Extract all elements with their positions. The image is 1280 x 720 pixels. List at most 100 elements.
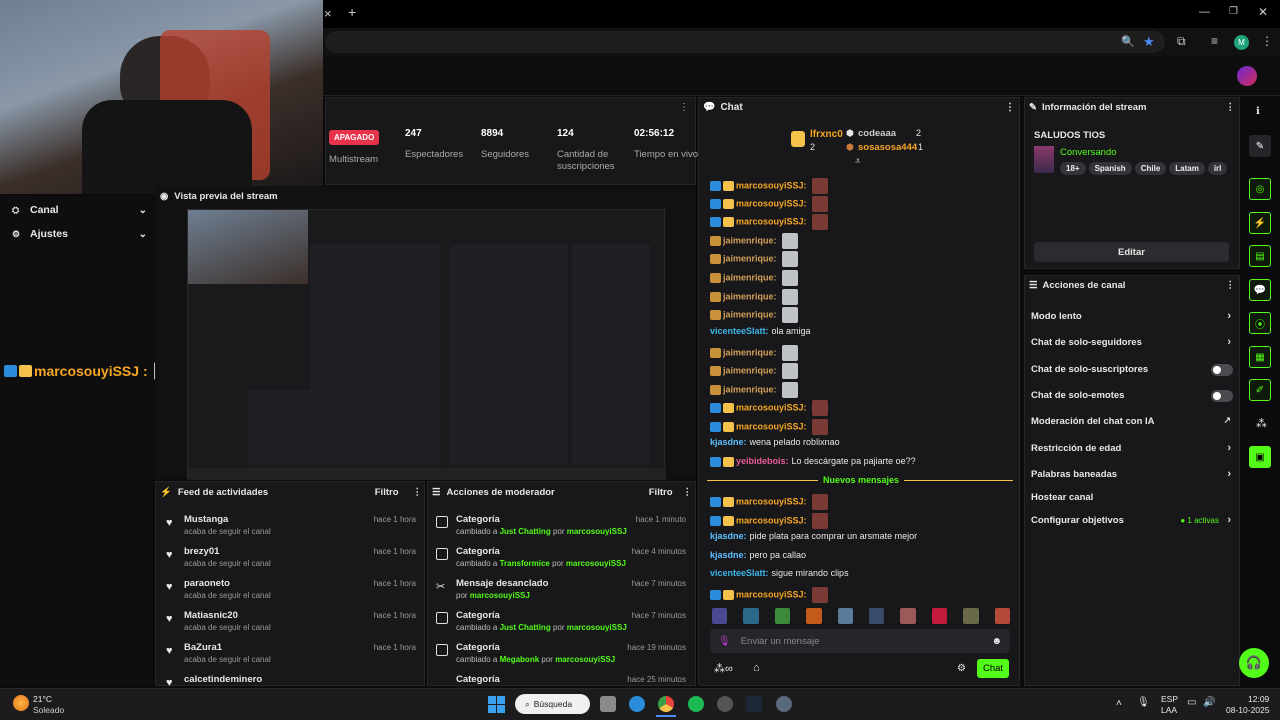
edit-button[interactable]: Editar — [1034, 242, 1229, 262]
chat-username[interactable]: marcosouyiSSJ: — [736, 496, 807, 506]
chat-username[interactable]: marcosouyiSSJ: — [736, 421, 807, 431]
menu-dots-icon[interactable]: ⋮ — [1226, 280, 1236, 291]
mic-icon[interactable]: 🎙 — [718, 636, 731, 647]
chat-username[interactable]: marcosouyiSSJ: — [736, 198, 807, 208]
network-icon[interactable]: ▭ — [1187, 697, 1196, 708]
chat-bubble-icon[interactable]: 💬 — [1249, 279, 1271, 301]
chat-settings-icon[interactable]: ⚙ — [957, 663, 966, 674]
chat-username[interactable]: jaimenrique: — [723, 235, 777, 245]
kick-points-icon[interactable]: ⁂∞ — [714, 662, 733, 675]
obs-icon[interactable] — [717, 696, 733, 712]
banned-words-row[interactable]: Palabras baneadas › — [1031, 468, 1235, 483]
windows-start-icon[interactable] — [488, 696, 505, 713]
bolt-icon[interactable]: ⚡ — [1249, 212, 1271, 234]
camera-icon[interactable]: ◎ — [1249, 178, 1271, 200]
language-indicator[interactable]: ESP — [1161, 694, 1178, 704]
profile-avatar[interactable]: M — [1234, 35, 1249, 50]
chat-username[interactable]: jaimenrique: — [723, 253, 777, 263]
chat-username[interactable]: marcosouyiSSJ: — [736, 589, 807, 599]
chat-username[interactable]: vicenteeSlatt: — [710, 568, 769, 578]
maximize-icon[interactable]: ❐ — [1229, 6, 1238, 17]
chat-username[interactable]: marcosouyiSSJ: — [736, 216, 807, 226]
chat-username[interactable]: kjasdne: — [710, 550, 747, 560]
emote[interactable] — [712, 608, 728, 624]
subs-only-toggle[interactable] — [1211, 364, 1233, 376]
emote[interactable] — [837, 608, 854, 624]
task-view-icon[interactable] — [600, 696, 616, 712]
filter-button[interactable]: Filtro — [649, 487, 673, 498]
volume-icon[interactable]: 🔊 — [1203, 697, 1215, 708]
user-avatar[interactable] — [1237, 66, 1257, 86]
layout-icon[interactable]: ▦ — [1249, 346, 1271, 368]
emote[interactable] — [869, 608, 885, 624]
emote[interactable] — [774, 608, 791, 624]
bookmark-star-icon[interactable]: ★ — [1143, 34, 1155, 50]
chat-username[interactable]: vicenteeSlatt: — [710, 326, 769, 336]
chat-username[interactable]: jaimenrique: — [723, 272, 777, 282]
menu-dots-icon[interactable]: ⋮ — [413, 487, 423, 498]
language-layout[interactable]: LAA — [1161, 705, 1177, 715]
clock-time[interactable]: 12:09 — [1248, 694, 1269, 704]
taskbar-search[interactable]: ⌕ Búsqueda — [515, 694, 590, 714]
settings-app-icon[interactable] — [776, 696, 792, 712]
emotes-only-row[interactable]: Chat de solo-emotes — [1031, 390, 1235, 404]
chat-send-button[interactable]: Chat — [977, 659, 1009, 678]
tray-chevron-icon[interactable]: ˄ — [1116, 698, 1122, 709]
document-icon[interactable]: ▤ — [1249, 245, 1271, 267]
media-icon[interactable]: ≡ — [1211, 34, 1218, 48]
chat-username[interactable]: jaimenrique: — [723, 384, 777, 394]
chat-username[interactable]: marcosouyiSSJ: — [736, 515, 807, 525]
address-bar[interactable] — [325, 31, 1165, 53]
stream-category[interactable]: Conversando — [1060, 147, 1117, 158]
chat-username[interactable]: jaimenrique: — [723, 347, 777, 357]
followers-only-row[interactable]: Chat de solo-seguidores › — [1031, 336, 1235, 351]
browser-menu-icon[interactable]: ⋮ — [1261, 34, 1273, 48]
chrome-icon[interactable] — [658, 696, 674, 712]
emotes-only-toggle[interactable] — [1211, 390, 1233, 402]
host-channel-row[interactable]: Hostear canal — [1031, 492, 1235, 506]
chat-username[interactable]: jaimenrique: — [723, 309, 777, 319]
chat-username[interactable]: marcosouyiSSJ: — [736, 180, 807, 190]
mic-tray-icon[interactable]: 🎙 — [1137, 697, 1150, 708]
subs-only-row[interactable]: Chat de solo-suscriptores — [1031, 364, 1235, 378]
info-icon[interactable]: ℹ — [1256, 106, 1260, 117]
stream-preview-video[interactable] — [187, 209, 666, 480]
tool-icon[interactable]: ✐ — [1249, 379, 1271, 401]
emote[interactable] — [743, 608, 759, 624]
menu-dots-icon[interactable]: ⋮ — [683, 487, 693, 498]
chat-input[interactable]: 🎙 Enviar un mensaje ☻ — [710, 629, 1010, 653]
tab-close-icon[interactable]: × — [324, 6, 332, 21]
goals-row[interactable]: Configurar objetivos ● 1 activas › — [1031, 514, 1235, 529]
emoji-icon[interactable]: ☻ — [991, 636, 1002, 647]
emote[interactable] — [900, 608, 916, 624]
chat-username[interactable]: kjasdne: — [710, 437, 747, 447]
steam-icon[interactable] — [746, 696, 762, 712]
multistream-label[interactable]: Multistream — [329, 154, 378, 165]
new-tab-button[interactable]: + — [348, 4, 356, 20]
minimize-icon[interactable]: — — [1199, 6, 1210, 18]
store-icon[interactable]: ⌂ — [753, 662, 760, 674]
support-icon[interactable]: 🎧 — [1239, 648, 1269, 678]
zoom-icon[interactable]: 🔍 — [1121, 35, 1135, 48]
emote[interactable] — [931, 608, 948, 624]
edit-icon[interactable]: ✎ — [1249, 135, 1271, 157]
expand-icon[interactable]: ⩡ — [855, 156, 861, 167]
chat-username[interactable]: yeibidebois: — [736, 456, 789, 466]
emote[interactable] — [806, 608, 822, 624]
menu-dots-icon[interactable]: ⋮ — [679, 102, 689, 113]
clock-date[interactable]: 08-10-2025 — [1226, 705, 1269, 715]
chat-username[interactable]: jaimenrique: — [723, 291, 777, 301]
filter-button[interactable]: Filtro — [375, 487, 399, 498]
kick-points-icon[interactable]: ⁂ — [1256, 417, 1267, 430]
close-window-icon[interactable]: ✕ — [1258, 5, 1268, 19]
sidebar-item-ajustes[interactable]: ⚙ Ajustes ⌄ — [12, 227, 147, 241]
extensions-icon[interactable]: ⧉ — [1177, 34, 1186, 49]
chat-username[interactable]: marcosouyiSSJ: — [736, 402, 807, 412]
slow-mode-row[interactable]: Modo lento › — [1031, 310, 1235, 325]
age-restriction-row[interactable]: Restricción de edad › — [1031, 442, 1235, 457]
edge-icon[interactable] — [629, 696, 645, 712]
emote[interactable] — [994, 608, 1011, 624]
menu-dots-icon[interactable]: ⋮ — [1005, 102, 1015, 113]
broadcast-icon[interactable]: ⦿ — [1249, 312, 1271, 334]
extension-icon[interactable]: ▣ — [1249, 446, 1271, 468]
